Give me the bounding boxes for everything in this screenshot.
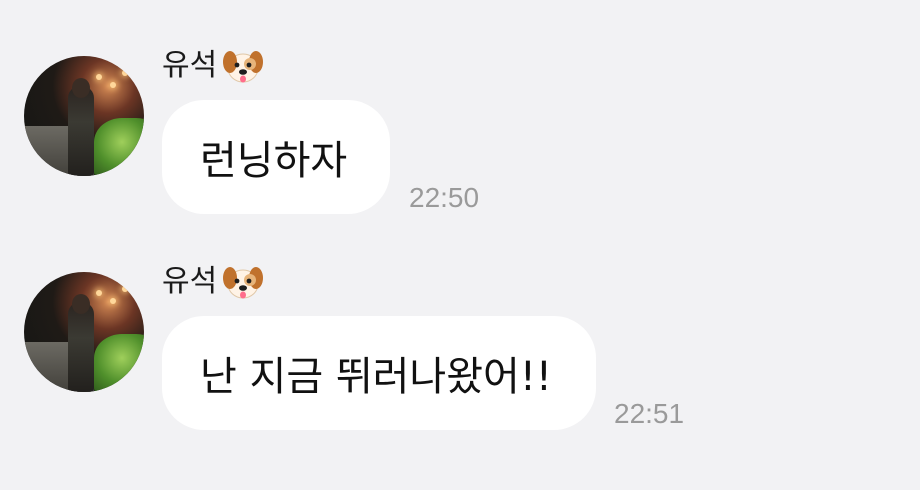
dog-face-icon: [223, 267, 264, 299]
avatar[interactable]: [24, 56, 144, 176]
message-timestamp: 22:50: [409, 182, 480, 213]
chat-view: 유석 런닝하자 22:50 유석 난 지금 뛰러나왔어!! 22:51: [0, 0, 920, 490]
dog-face-icon: [223, 51, 264, 83]
message-text: 난 지금 뛰러나왔어!!: [200, 354, 552, 400]
avatar[interactable]: [24, 272, 144, 392]
message-bubble[interactable]: 난 지금 뛰러나왔어!!: [162, 316, 596, 430]
sender-row: 유석: [162, 44, 265, 88]
sender-name: 유석: [162, 264, 218, 299]
sender-name: 유석: [162, 48, 218, 83]
sender-row: 유석: [162, 260, 265, 304]
message-bubble[interactable]: 런닝하자: [162, 100, 390, 214]
message-timestamp: 22:51: [614, 398, 685, 429]
message-text: 런닝하자: [200, 138, 348, 184]
